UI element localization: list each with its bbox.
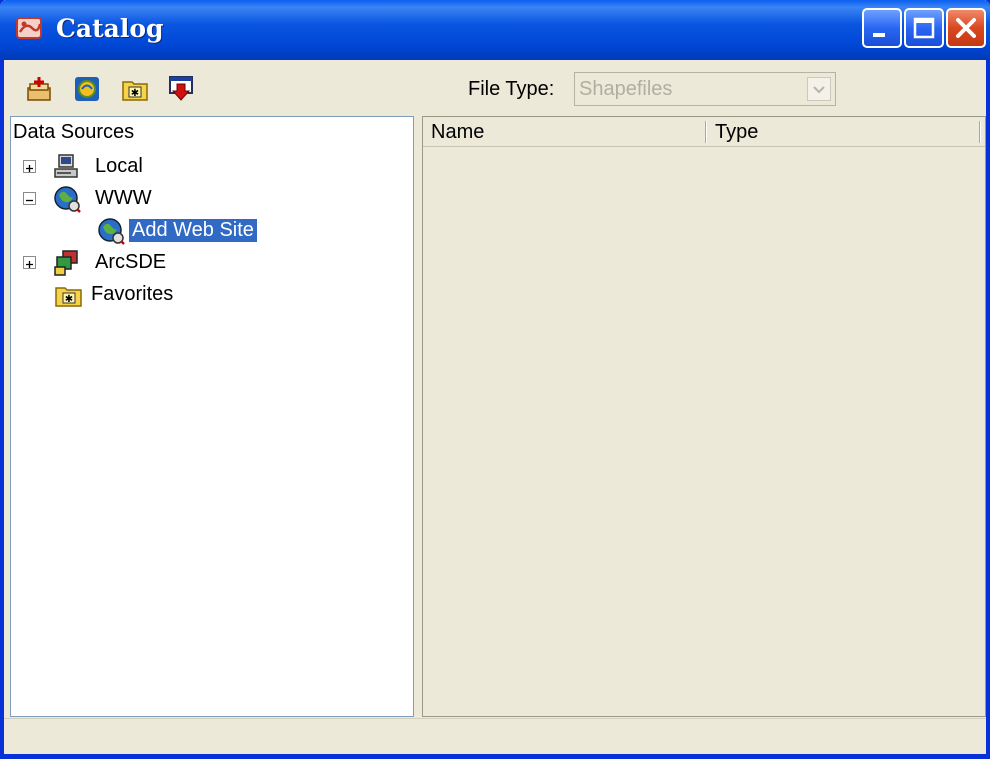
svg-text:✱: ✱: [131, 88, 139, 99]
catalog-app-icon: [14, 12, 46, 44]
status-bar: [4, 718, 986, 754]
maximize-button[interactable]: [904, 8, 944, 48]
svg-text:✱: ✱: [65, 294, 73, 305]
minimize-icon: [873, 33, 885, 37]
globe-icon: [97, 217, 125, 245]
tree-node-www[interactable]: WWW: [11, 185, 311, 213]
tree-root-label: Data Sources: [13, 121, 135, 143]
file-type-select[interactable]: Shapefiles: [574, 72, 836, 106]
globe-icon: [53, 185, 81, 213]
close-icon: [956, 18, 976, 38]
tree-node-label: Add Web Site: [129, 219, 257, 242]
tree-node-label: Local: [95, 155, 143, 177]
toolbar: ✱ File Type: Shapefiles: [4, 60, 986, 116]
favorites-folder-icon: ✱: [55, 281, 83, 309]
tree-node-label: Favorites: [91, 283, 174, 305]
tree-node-label: ArcSDE: [95, 251, 167, 273]
data-sources-tree[interactable]: Data Sources Local WWW Add Web Site ArcS…: [10, 116, 414, 717]
column-header-name[interactable]: Name: [431, 121, 484, 144]
database-server-icon: [53, 249, 81, 277]
title-bar[interactable]: Catalog: [0, 0, 990, 60]
minimize-button[interactable]: [862, 8, 902, 48]
computer-icon: [53, 153, 81, 181]
tree-node-arcsde[interactable]: ArcSDE: [11, 249, 311, 277]
web-connect-icon[interactable]: [74, 76, 100, 102]
tree-node-label: WWW: [95, 187, 152, 209]
file-type-label: File Type:: [468, 78, 555, 100]
tree-node-favorites[interactable]: ✱ Favorites: [11, 281, 311, 309]
tree-node-local[interactable]: Local: [11, 153, 311, 181]
add-data-source-icon[interactable]: [26, 76, 52, 102]
maximize-icon: [913, 17, 935, 39]
expand-icon[interactable]: [23, 160, 36, 173]
tree-node-add-web-site[interactable]: Add Web Site: [11, 217, 311, 245]
chevron-down-icon[interactable]: [807, 77, 831, 101]
collapse-icon[interactable]: [23, 192, 36, 205]
expand-icon[interactable]: [23, 256, 36, 269]
list-header: Name Type: [423, 117, 985, 147]
column-resize-handle[interactable]: [979, 121, 981, 143]
close-button[interactable]: [946, 8, 986, 48]
window-title: Catalog: [56, 14, 164, 43]
download-icon[interactable]: [168, 76, 194, 102]
column-resize-handle[interactable]: [705, 121, 707, 143]
column-header-type[interactable]: Type: [715, 121, 758, 144]
contents-list[interactable]: Name Type: [422, 116, 986, 717]
file-type-value: Shapefiles: [579, 78, 673, 100]
catalog-window: Catalog ✱ File Type: Shapefiles Data Sou…: [0, 0, 990, 759]
favorites-folder-icon[interactable]: ✱: [122, 76, 148, 102]
